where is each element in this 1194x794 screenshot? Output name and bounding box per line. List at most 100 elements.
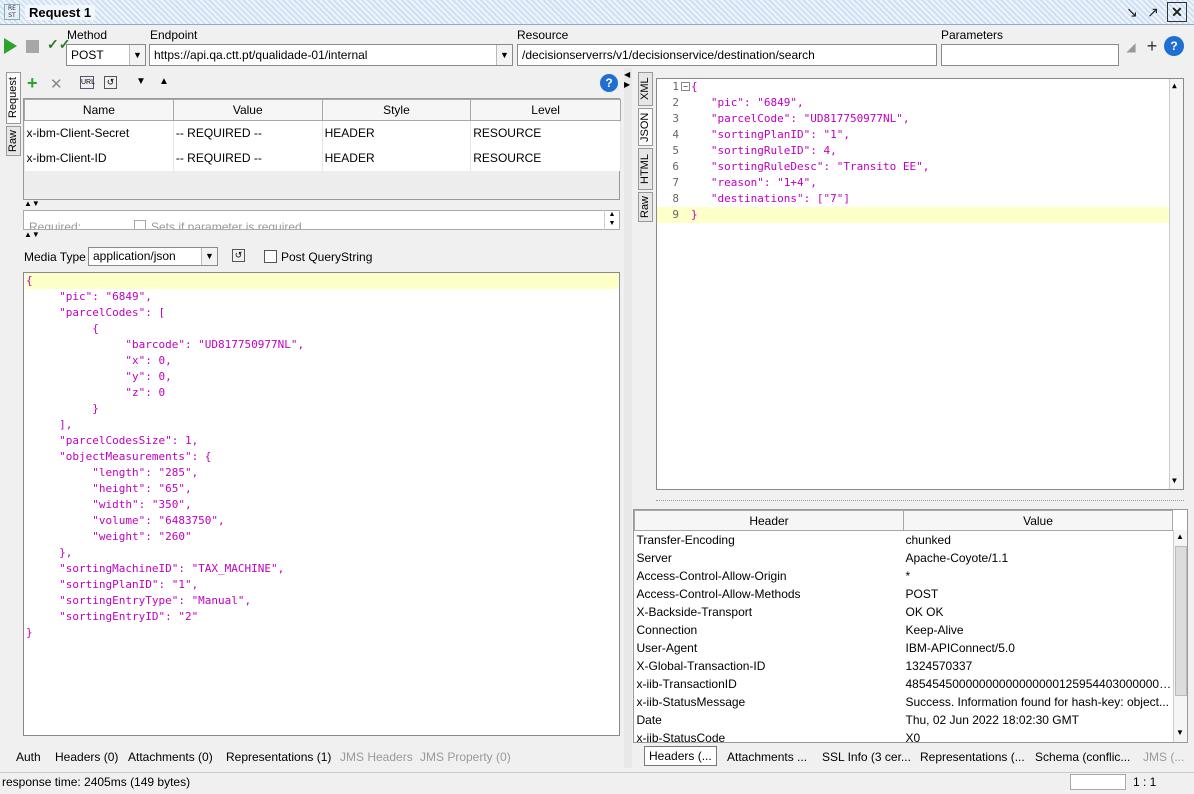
scroll-up-icon[interactable]: ▲: [1172, 81, 1177, 90]
minimize-icon[interactable]: ↘: [1123, 3, 1141, 21]
response-tab[interactable]: JMS (...: [1143, 750, 1184, 764]
chevron-down-icon[interactable]: ▼: [201, 248, 217, 265]
tab-xml[interactable]: XML: [638, 72, 653, 106]
header-name[interactable]: x-iib-StatusCode: [635, 729, 904, 742]
header-name[interactable]: Date: [635, 711, 904, 729]
collapse-left-icon[interactable]: ◀: [624, 70, 630, 79]
maximize-icon[interactable]: ↗: [1144, 3, 1162, 21]
table-row[interactable]: Access-Control-Allow-Methods POST: [635, 585, 1173, 603]
header-name[interactable]: Access-Control-Allow-Origin: [635, 567, 904, 585]
request-tab[interactable]: JMS Property (0): [420, 750, 511, 764]
scroll-down-icon[interactable]: ▼: [1172, 476, 1177, 485]
header-value[interactable]: POST: [904, 585, 1173, 603]
table-row[interactable]: x-iib-StatusCode X0: [635, 729, 1173, 742]
scrollbar-thumb[interactable]: [1175, 546, 1187, 696]
header-value[interactable]: Success. Information found for hash-key:…: [904, 693, 1173, 711]
close-icon[interactable]: ✕: [1167, 2, 1187, 22]
tab-raw-response[interactable]: Raw: [638, 192, 653, 222]
table-row[interactable]: x-ibm-Client-ID -- REQUIRED -- HEADER RE…: [24, 145, 621, 171]
table-row[interactable]: X-Global-Transaction-ID 1324570337: [635, 657, 1173, 675]
response-tab[interactable]: Representations (...: [920, 750, 1025, 764]
move-down-icon[interactable]: ▼: [136, 76, 146, 87]
splitter-arrows-icon[interactable]: ▲▼: [24, 230, 40, 239]
header-name[interactable]: Access-Control-Allow-Methods: [635, 585, 904, 603]
collapse-right-icon[interactable]: ▶: [624, 80, 630, 89]
param-name[interactable]: x-ibm-Client-ID: [24, 145, 174, 171]
tab-html[interactable]: HTML: [638, 148, 653, 190]
chevron-down-icon[interactable]: ▼: [496, 45, 512, 65]
response-tab[interactable]: SSL Info (3 cer...: [822, 750, 911, 764]
header-value[interactable]: IBM-APIConnect/5.0: [904, 639, 1173, 657]
vertical-splitter[interactable]: [624, 68, 632, 768]
header-name[interactable]: Transfer-Encoding: [635, 531, 904, 550]
header-name[interactable]: Connection: [635, 621, 904, 639]
request-tab[interactable]: Attachments (0): [128, 750, 213, 764]
response-tab[interactable]: Schema (conflic...: [1035, 750, 1130, 764]
method-select[interactable]: POST ▼: [66, 44, 146, 66]
add-param-icon[interactable]: +: [27, 73, 38, 94]
header-value[interactable]: chunked: [904, 531, 1173, 550]
request-body-editor[interactable]: { "pic": "6849", "parcelCodes": [ { "bar…: [23, 272, 620, 736]
table-row[interactable]: x-iib-StatusMessage Success. Information …: [635, 693, 1173, 711]
stop-button[interactable]: [26, 40, 39, 53]
help-icon[interactable]: ?: [1164, 36, 1184, 56]
header-value[interactable]: 1324570337: [904, 657, 1173, 675]
param-level[interactable]: RESOURCE: [470, 120, 621, 146]
table-row[interactable]: Date Thu, 02 Jun 2022 18:02:30 GMT: [635, 711, 1173, 729]
request-tab[interactable]: Representations (1): [226, 750, 331, 764]
col-level[interactable]: Level: [470, 99, 621, 121]
header-value[interactable]: Keep-Alive: [904, 621, 1173, 639]
param-style[interactable]: HEADER: [322, 145, 472, 171]
col-style[interactable]: Style: [321, 99, 472, 121]
horizontal-splitter[interactable]: [656, 500, 1184, 501]
format-icon[interactable]: ↺: [232, 249, 245, 262]
param-value[interactable]: -- REQUIRED --: [173, 120, 323, 146]
header-value[interactable]: Apache-Coyote/1.1: [904, 549, 1173, 567]
table-row[interactable]: Access-Control-Allow-Origin *: [635, 567, 1173, 585]
col-value[interactable]: Value: [903, 510, 1173, 531]
table-row[interactable]: Transfer-Encoding chunked: [635, 531, 1173, 550]
fold-icon[interactable]: −: [681, 82, 690, 91]
resource-input[interactable]: /decisionserverrs/v1/decisionservice/des…: [517, 44, 937, 66]
table-row[interactable]: Connection Keep-Alive: [635, 621, 1173, 639]
chevron-down-icon[interactable]: ▼: [129, 45, 145, 65]
header-value[interactable]: Thu, 02 Jun 2022 18:02:30 GMT: [904, 711, 1173, 729]
response-body-editor[interactable]: 1−{2 "pic": "6849", 3 "parcelCode": "UD81…: [656, 78, 1184, 490]
revert-icon[interactable]: ↺: [104, 76, 117, 89]
remove-param-icon[interactable]: ✕: [50, 75, 63, 93]
header-name[interactable]: x-iib-StatusMessage: [635, 693, 904, 711]
header-value[interactable]: OK OK: [904, 603, 1173, 621]
param-style[interactable]: HEADER: [322, 120, 472, 146]
splitter-arrows-icon[interactable]: ▲▼: [24, 199, 40, 208]
table-row[interactable]: x-iib-TransactionID 485454500000000000000…: [635, 675, 1173, 693]
tab-json[interactable]: JSON: [638, 108, 653, 146]
request-tab[interactable]: JMS Headers: [340, 750, 413, 764]
scroll-down-icon[interactable]: ▼: [1176, 728, 1184, 737]
scrollbar[interactable]: ▲ ▼: [1169, 79, 1183, 489]
tab-request[interactable]: Request: [6, 72, 21, 124]
response-tab[interactable]: Headers (...: [644, 746, 717, 766]
response-tab[interactable]: Attachments ...: [727, 750, 807, 764]
add-icon[interactable]: +: [1144, 36, 1160, 57]
param-name[interactable]: x-ibm-Client-Secret: [24, 120, 174, 146]
param-value[interactable]: -- REQUIRED --: [173, 145, 323, 171]
tab-raw[interactable]: Raw: [6, 126, 21, 156]
header-value[interactable]: 4854545000000000000000012595440300000000…: [904, 675, 1173, 693]
header-name[interactable]: User-Agent: [635, 639, 904, 657]
table-row[interactable]: Server Apache-Coyote/1.1: [635, 549, 1173, 567]
header-name[interactable]: X-Backside-Transport: [635, 603, 904, 621]
extract-params-icon[interactable]: URL: [80, 76, 95, 89]
header-value[interactable]: X0: [904, 729, 1173, 742]
header-value[interactable]: *: [904, 567, 1173, 585]
help-icon[interactable]: ?: [600, 74, 618, 92]
param-level[interactable]: RESOURCE: [470, 145, 621, 171]
col-header[interactable]: Header: [634, 510, 904, 531]
header-name[interactable]: Server: [635, 549, 904, 567]
scrollbar[interactable]: ▲ ▼: [604, 210, 619, 230]
scroll-up-icon[interactable]: ▲: [1176, 532, 1184, 541]
move-up-icon[interactable]: ▲: [159, 76, 169, 87]
filter-icon[interactable]: ◢: [1123, 40, 1139, 56]
required-checkbox[interactable]: [134, 220, 146, 229]
table-row[interactable]: X-Backside-Transport OK OK: [635, 603, 1173, 621]
scrollbar[interactable]: ▲ ▼: [1173, 530, 1187, 742]
